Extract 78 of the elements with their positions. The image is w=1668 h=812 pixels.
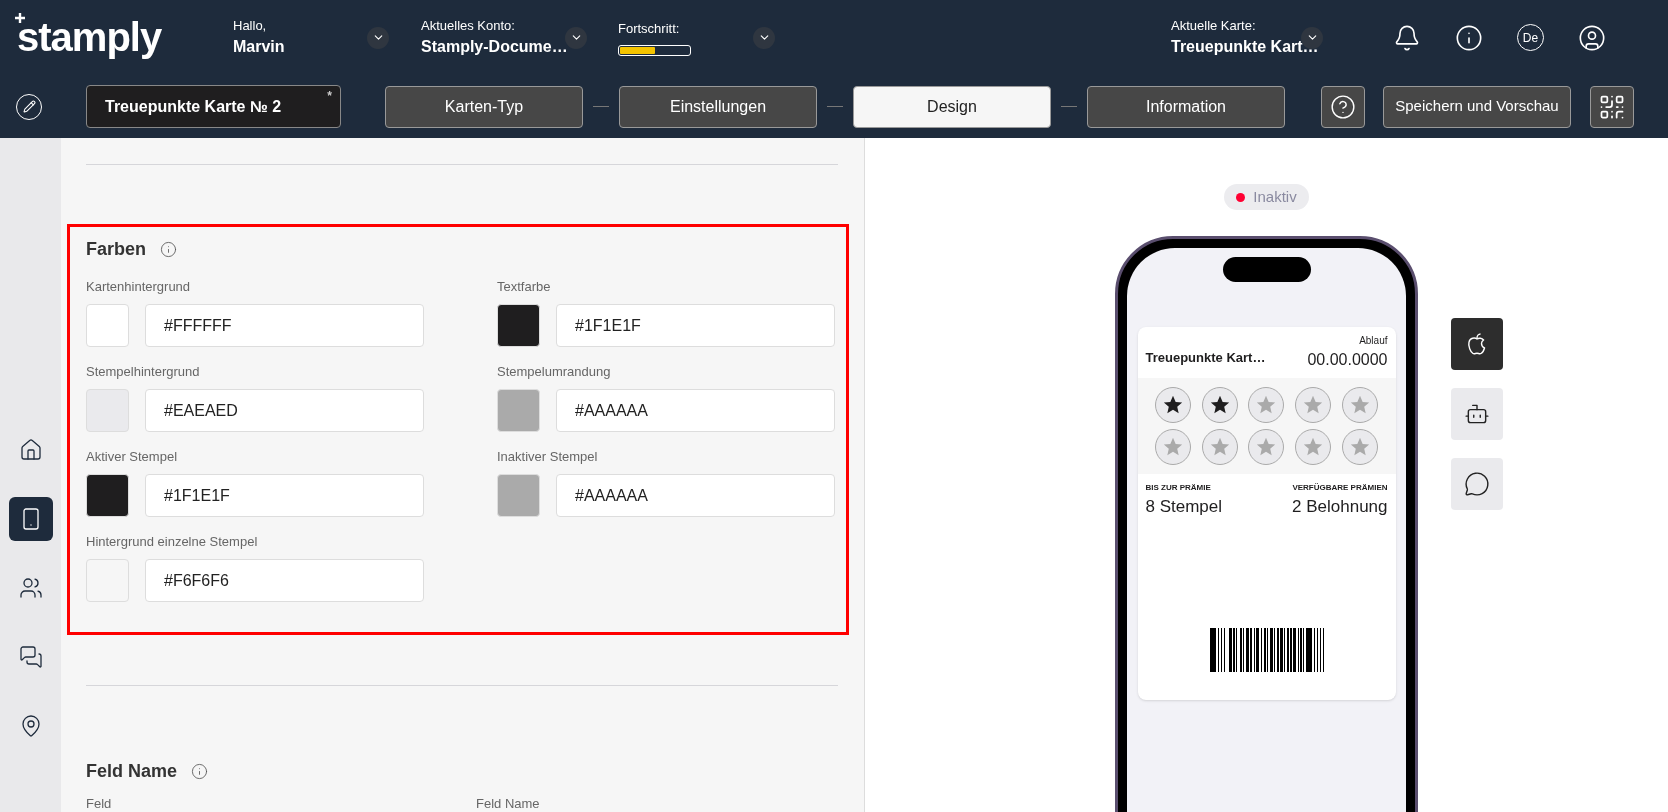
info-value: 8 Stempel [1145,496,1223,518]
info-label: BIS ZUR PRÄMIE [1145,482,1212,494]
qr-code-button[interactable] [1590,85,1634,128]
color-input[interactable]: #AAAAAA [556,474,835,517]
status-label: Inaktiv [1253,186,1297,207]
speech-bubble-icon [1464,471,1490,497]
step-tab[interactable]: Einstellungen [619,85,817,128]
step-tab[interactable]: Information [1087,85,1285,128]
color-swatch[interactable] [497,304,540,347]
star-icon [1255,436,1278,458]
pencil-icon [22,100,36,113]
field-label: Inaktiver Stempel [497,448,599,466]
barcode-icon [1209,627,1324,672]
logo[interactable]: stamply [17,17,162,57]
color-swatch[interactable] [497,389,540,432]
field-label: Hintergrund einzelne Stempel [86,533,259,551]
home-icon [18,438,43,462]
help-icon [1330,93,1356,120]
color-swatch[interactable] [86,304,129,347]
star-icon [1302,436,1325,458]
help-button[interactable] [1321,85,1365,128]
field-label: Kartenhintergrund [86,278,192,296]
expiry-label: Ablauf [1359,334,1388,348]
notification-icon[interactable] [1393,23,1421,52]
step-tab[interactable]: Karten-Typ [385,85,583,128]
info-label: VERFÜGBARE PRÄMIEN [1292,482,1388,494]
android-preview-button[interactable] [1451,388,1503,440]
field-label: Aktiver Stempel [86,448,179,466]
header-value: Treuepunkte Kart… [1171,37,1319,58]
expiry-date: 00.00.0000 [1307,350,1388,370]
star-icon [1349,394,1372,416]
chevron-icon[interactable] [367,26,389,49]
section-title: Feld Name [86,760,178,783]
star-icon [1255,394,1278,416]
card-nav-item[interactable] [8,497,53,541]
plus-icon [15,13,25,23]
color-swatch[interactable] [86,559,129,602]
field-label: Feld [86,797,113,810]
account-icon[interactable] [1578,23,1606,52]
star-icon [1208,436,1231,458]
star-icon [1349,436,1372,458]
star-icon [1208,394,1231,416]
header-value: Stamply-Docume… [421,37,568,58]
color-swatch[interactable] [497,474,540,517]
chevron-icon[interactable] [753,26,775,49]
chevron-icon[interactable] [565,26,587,49]
field-label: Feld Name [476,797,541,810]
color-input[interactable]: #F6F6F6 [145,559,424,602]
chat-icon [18,645,43,669]
card-name-field[interactable]: Treuepunkte Karte № 2 * [86,85,341,128]
users-icon [18,576,43,600]
info-icon[interactable] [1455,23,1483,52]
field-label: Stempelhintergrund [86,363,201,381]
color-input[interactable]: #FFFFFF [145,304,424,347]
step-tab[interactable]: Design [853,85,1051,128]
field-label: Stempelumrandung [497,363,612,381]
color-swatch[interactable] [86,474,129,517]
color-input[interactable]: #AAAAAA [556,389,835,432]
color-input[interactable]: #1F1E1F [145,474,424,517]
star-icon [1161,436,1184,458]
color-swatch[interactable] [86,389,129,432]
star-icon [1161,394,1184,416]
message-preview-button[interactable] [1451,458,1503,510]
color-input[interactable]: #1F1E1F [556,304,835,347]
section-title: Farben [86,238,146,261]
header-label: Hallo, [233,16,268,35]
info-value: 2 Belohnung [1292,496,1388,518]
color-input[interactable]: #EAEAED [145,389,424,432]
apple-preview-button[interactable] [1451,318,1503,370]
save-preview-button[interactable]: Speichern und Vorschau [1383,85,1571,128]
required-mark: * [327,88,332,105]
header-value: Marvin [233,37,285,58]
card-title: Treuepunkte Kart… [1145,348,1266,367]
header-label: Aktuelle Karte: [1171,16,1257,35]
field-label: Textfarbe [497,278,552,296]
header-label: Aktuelles Konto: [421,16,516,35]
star-icon [1302,394,1325,416]
header-label: Fortschritt: [618,20,681,39]
